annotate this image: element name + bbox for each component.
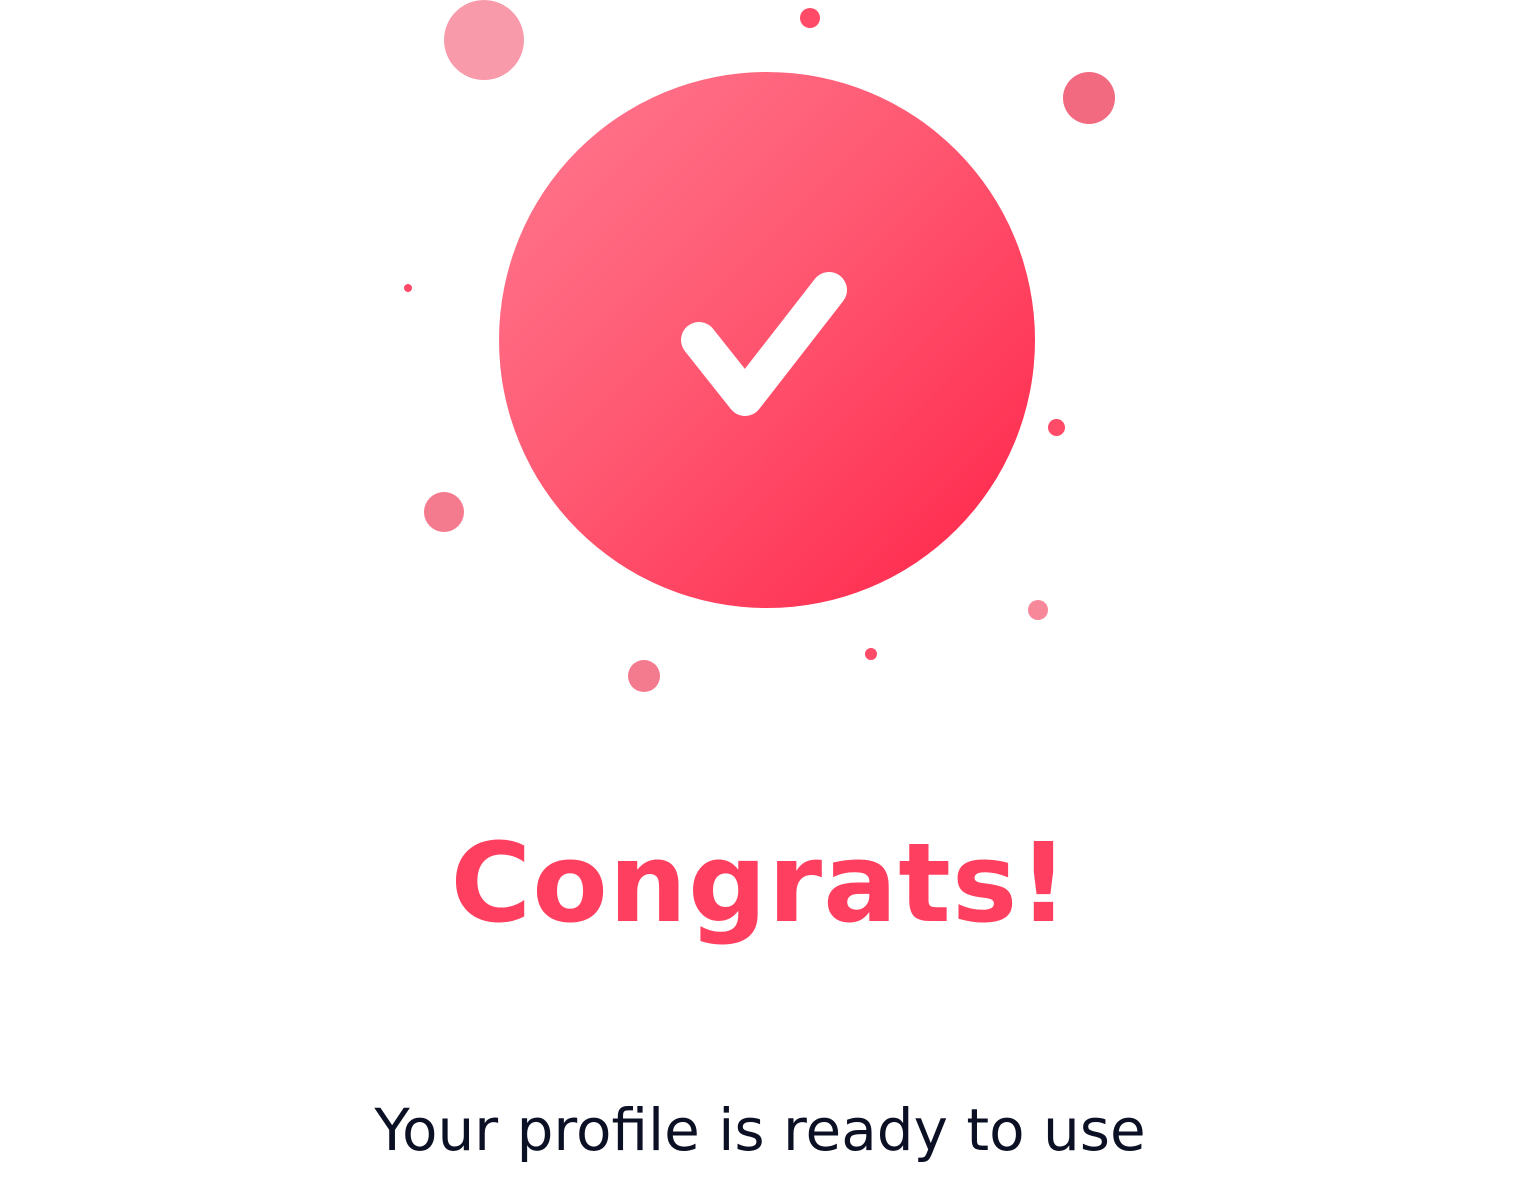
confetti-dot: [404, 284, 412, 292]
confetti-dot: [865, 648, 877, 660]
confetti-dot: [1048, 419, 1065, 436]
confetti-dot: [424, 492, 464, 532]
congrats-title: Congrats!: [450, 819, 1070, 947]
confetti-dot: [800, 8, 820, 28]
confetti-dot: [1063, 72, 1115, 124]
checkmark-icon: [681, 272, 847, 416]
success-badge: [499, 72, 1035, 608]
confetti-dot: [444, 0, 524, 80]
confetti-dot: [628, 660, 660, 692]
profile-ready-message: Your profile is ready to use: [374, 1096, 1146, 1164]
